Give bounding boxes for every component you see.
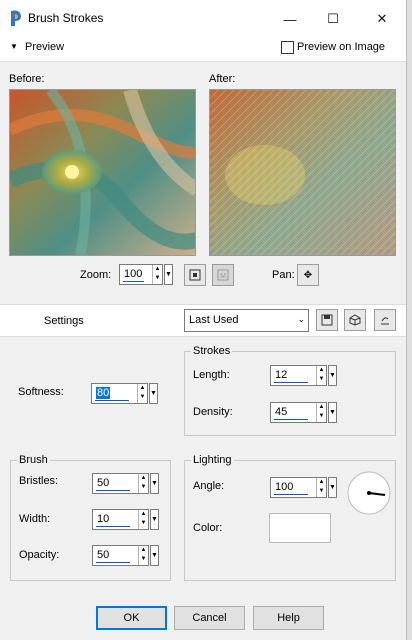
title-bar: Brush Strokes — ☐ ✕ — [0, 0, 406, 36]
width-spinner[interactable]: ▲ ▼ — [138, 510, 148, 529]
close-button[interactable]: ✕ — [370, 8, 394, 30]
width-dropdown-button[interactable]: ▼ — [150, 509, 159, 530]
brush-group: Brush Bristles: 50 ▲ ▼ ▼ Width: 10 ▲ ▼ ▼ O… — [10, 454, 171, 581]
randomize-button[interactable] — [344, 309, 366, 331]
before-preview-image[interactable] — [9, 89, 196, 256]
length-input[interactable]: 12 ▲ ▼ — [270, 365, 327, 386]
pan-label: Pan: — [272, 269, 295, 281]
zoom-fit-button[interactable] — [184, 264, 206, 286]
window-edge — [406, 0, 412, 640]
pan-button[interactable]: ✥ — [297, 264, 319, 286]
preset-dropdown[interactable]: Last Used ⌄ — [184, 309, 309, 332]
length-dropdown-button[interactable]: ▼ — [328, 365, 337, 386]
angle-dial[interactable] — [347, 471, 391, 515]
density-label: Density: — [193, 406, 233, 418]
reset-button[interactable] — [374, 309, 396, 331]
softness-input[interactable]: 80 ▲ ▼ — [91, 383, 148, 404]
softness-label: Softness: — [18, 386, 64, 398]
opacity-input[interactable]: 50 ▲ ▼ — [92, 545, 149, 566]
help-button[interactable]: Help — [253, 606, 324, 630]
angle-value: 100 — [275, 481, 294, 493]
after-image-art — [210, 90, 395, 255]
collapse-triangle-icon[interactable]: ▼ — [10, 42, 18, 51]
lighting-group-title: Lighting — [191, 454, 234, 466]
zoom-spinner[interactable]: ▲ ▼ — [152, 265, 162, 284]
angle-spinner[interactable]: ▲ ▼ — [316, 478, 326, 497]
density-input[interactable]: 45 ▲ ▼ — [270, 402, 327, 423]
ok-button[interactable]: OK — [96, 606, 167, 630]
brush-group-title: Brush — [17, 454, 50, 466]
save-icon — [321, 314, 333, 326]
angle-label: Angle: — [193, 480, 225, 492]
after-label: After: — [209, 73, 236, 85]
before-image-art — [10, 90, 195, 255]
before-label: Before: — [9, 73, 45, 85]
density-dropdown-button[interactable]: ▼ — [328, 402, 337, 423]
light-color-swatch[interactable] — [269, 513, 331, 543]
window-title: Brush Strokes — [28, 11, 104, 25]
zoom-input[interactable]: 100 ▲ ▼ — [119, 264, 163, 285]
length-spinner[interactable]: ▲ ▼ — [316, 366, 326, 385]
color-label: Color: — [193, 522, 223, 534]
opacity-label: Opacity: — [19, 549, 60, 561]
angle-dropdown-button[interactable]: ▼ — [328, 477, 337, 498]
zoom-value: 100 — [124, 268, 143, 280]
bristles-dropdown-button[interactable]: ▼ — [150, 473, 159, 494]
opacity-value: 50 — [97, 549, 110, 561]
bristles-spinner[interactable]: ▲ ▼ — [138, 474, 148, 493]
save-preset-button[interactable] — [316, 309, 338, 331]
preview-on-image-label: Preview on Image — [297, 41, 386, 53]
zoom-label: Zoom: — [80, 269, 112, 281]
preview-bar: ▼ Preview Preview on Image — [0, 36, 406, 62]
softness-value: 80 — [96, 387, 111, 399]
density-value: 45 — [275, 406, 288, 418]
zoom-fit-icon — [189, 269, 201, 281]
preview-area: Before: After: Zoom: 100 ▲ ▼ ▼ M Pan: ✥ — [0, 62, 406, 302]
chevron-down-icon: ⌄ — [297, 314, 305, 324]
density-spinner[interactable]: ▲ ▼ — [316, 403, 326, 422]
opacity-dropdown-button[interactable]: ▼ — [150, 545, 159, 566]
dice-icon — [349, 314, 361, 326]
width-value: 10 — [97, 513, 110, 525]
preview-toggle-label[interactable]: Preview — [25, 41, 64, 53]
reset-icon — [381, 317, 389, 325]
svg-text:M: M — [220, 273, 226, 280]
bristles-value: 50 — [97, 477, 110, 489]
length-value: 12 — [275, 369, 288, 381]
minimize-button[interactable]: — — [278, 8, 302, 30]
length-label: Length: — [193, 369, 230, 381]
width-label: Width: — [19, 513, 51, 525]
opacity-spinner[interactable]: ▲ ▼ — [138, 546, 148, 565]
softness-dropdown-button[interactable]: ▼ — [149, 383, 158, 404]
bristles-input[interactable]: 50 ▲ ▼ — [92, 473, 149, 494]
angle-input[interactable]: 100 ▲ ▼ — [270, 477, 327, 498]
after-preview-image[interactable] — [209, 89, 396, 256]
paintshop-app-icon — [11, 10, 21, 26]
strokes-group-title: Strokes — [191, 345, 233, 357]
bristles-label: Bristles: — [19, 475, 59, 487]
settings-label: Settings — [44, 315, 84, 327]
settings-bar: Settings Last Used ⌄ — [0, 304, 406, 337]
strokes-group: Strokes Length: 12 ▲ ▼ ▼ Density: 45 ▲ ▼ ▼ — [184, 345, 396, 436]
cancel-button[interactable]: Cancel — [174, 606, 245, 630]
pan-move-icon: ✥ — [303, 269, 313, 281]
zoom-actual-icon: M — [217, 269, 229, 281]
maximize-button[interactable]: ☐ — [321, 8, 345, 30]
lighting-group: Lighting Angle: 100 ▲ ▼ ▼ Color: — [184, 454, 396, 581]
preview-on-image-checkbox[interactable] — [281, 41, 294, 54]
width-input[interactable]: 10 ▲ ▼ — [92, 509, 149, 530]
zoom-actual-button[interactable]: M — [212, 264, 234, 286]
preset-value: Last Used — [189, 314, 239, 326]
softness-spinner[interactable]: ▲ ▼ — [137, 384, 147, 403]
zoom-dropdown-button[interactable]: ▼ — [164, 264, 173, 285]
